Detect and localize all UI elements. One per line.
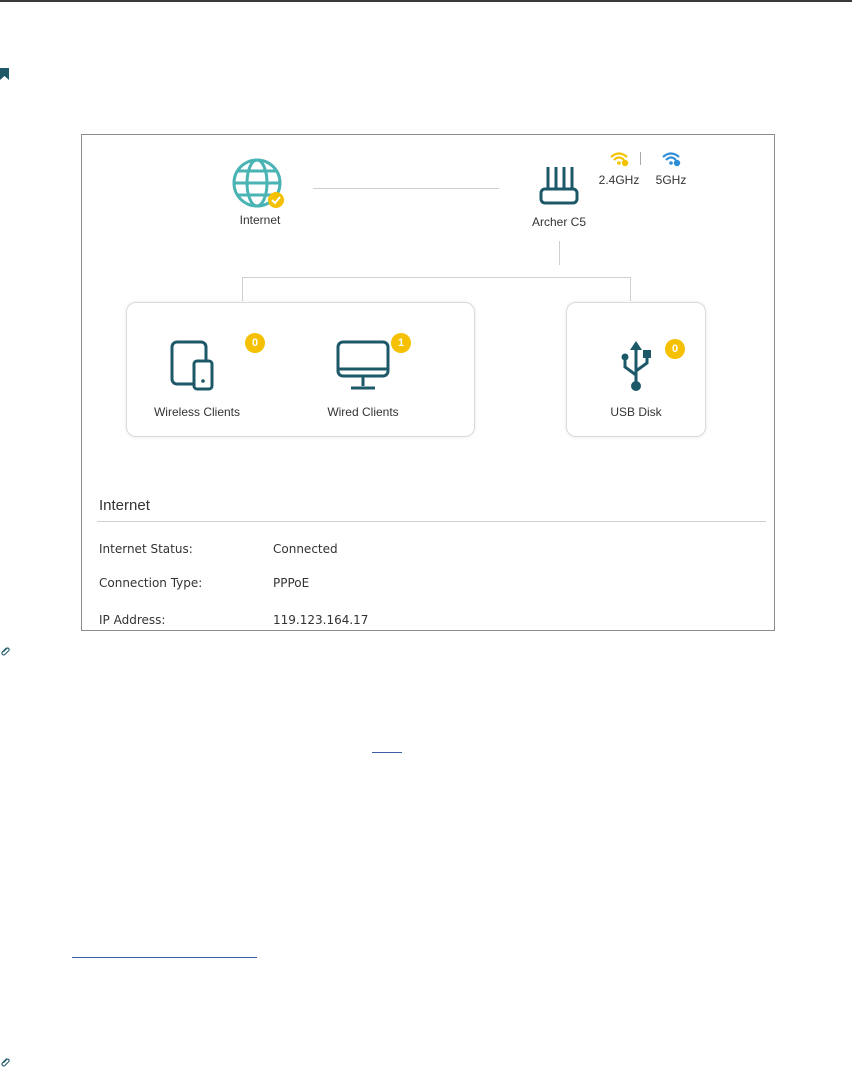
ip-address-key: IP Address: — [99, 613, 166, 627]
top-rule — [0, 0, 852, 2]
internet-router-link — [313, 188, 499, 189]
wireless-clients-count-badge: 0 — [245, 333, 265, 353]
monitor-icon — [336, 340, 390, 390]
status-value: Connected — [273, 542, 338, 556]
branch-line — [242, 277, 631, 278]
wifi-5ghz-icon — [662, 152, 681, 167]
globe-icon — [232, 158, 284, 208]
internet-section-title: Internet — [99, 497, 150, 514]
internet-label: Internet — [239, 213, 281, 227]
bookmark-icon — [0, 68, 9, 80]
usb-icon — [621, 341, 651, 391]
band-5ghz-label: 5GHz — [655, 173, 687, 187]
wired-clients-label: Wired Clients — [327, 405, 399, 419]
network-map-screenshot: Internet Archer C5 2.4GHz 5GHz Wireless … — [81, 134, 775, 631]
link-underline[interactable] — [72, 957, 257, 958]
wired-clients-count-badge: 1 — [391, 333, 411, 353]
band-5ghz[interactable]: 5GHz — [648, 151, 694, 187]
wireless-clients-label: Wireless Clients — [153, 405, 240, 419]
band-24ghz-label: 2.4GHz — [598, 173, 640, 187]
usb-count-badge: 0 — [665, 339, 685, 359]
branch-right-drop — [630, 277, 631, 301]
internet-node[interactable]: Internet — [225, 157, 295, 227]
usb-disk-label: USB Disk — [610, 405, 662, 419]
status-key: Internet Status: — [99, 542, 193, 556]
branch-left-drop — [242, 277, 243, 301]
connection-type-value: PPPoE — [273, 576, 310, 590]
band-divider — [640, 152, 641, 165]
ip-address-value: 119.123.164.17 — [273, 613, 369, 627]
tablet-phone-icon — [170, 340, 214, 391]
wireless-clients-node[interactable]: Wireless Clients — [147, 339, 247, 419]
clients-card: Wireless Clients 0 Wired Clients 1 — [126, 302, 475, 437]
internet-section-divider — [97, 521, 766, 522]
paperclip-icon — [1, 1058, 10, 1067]
connection-type-key: Connection Type: — [99, 576, 203, 590]
router-node[interactable]: Archer C5 — [524, 165, 594, 229]
router-drop-line — [559, 241, 560, 265]
router-icon — [539, 167, 579, 205]
wifi-24ghz-icon — [610, 152, 629, 167]
link-underline[interactable] — [372, 752, 402, 753]
usb-card: USB Disk 0 — [566, 302, 706, 437]
router-label: Archer C5 — [531, 215, 587, 229]
paperclip-icon — [1, 647, 10, 656]
